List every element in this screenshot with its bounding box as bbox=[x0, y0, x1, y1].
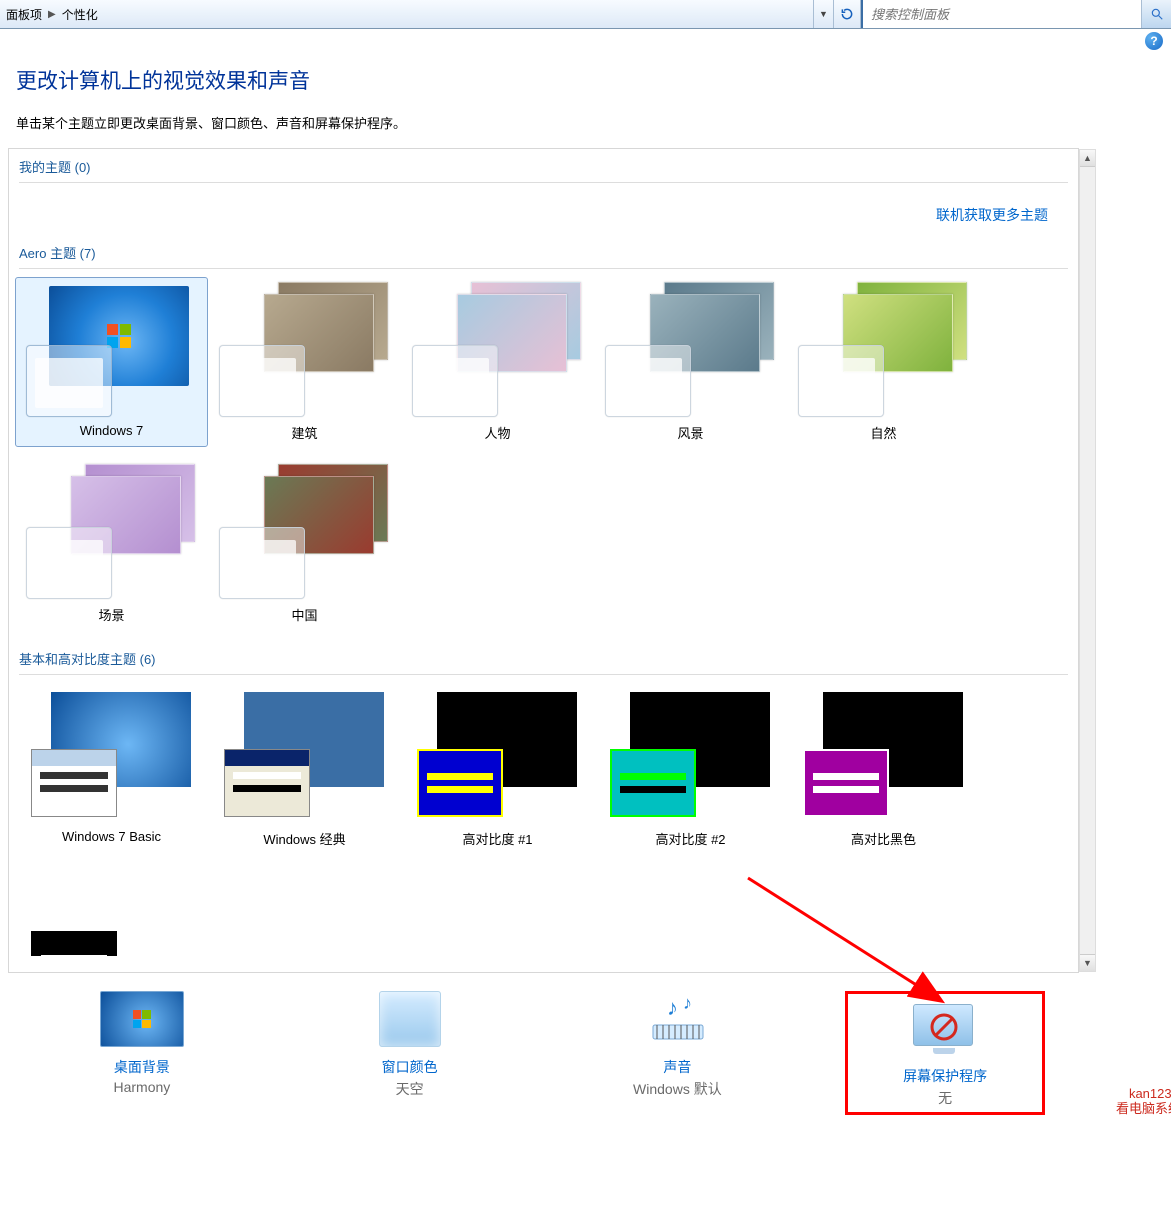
theme-label: 建筑 bbox=[211, 423, 398, 442]
section-my-themes: 我的主题 (0) bbox=[9, 149, 1078, 180]
theme-item[interactable]: Windows 7 Basic bbox=[15, 683, 208, 853]
theme-label: 自然 bbox=[790, 423, 977, 442]
option-subtitle: 天空 bbox=[310, 1079, 510, 1099]
breadcrumb[interactable]: 面板项 ▶ 个性化 bbox=[0, 6, 813, 23]
theme-item[interactable]: 人物 bbox=[401, 277, 594, 447]
search-box bbox=[861, 0, 1171, 28]
search-input[interactable] bbox=[863, 0, 1141, 28]
watermark-url: kan1234.com bbox=[1116, 1086, 1171, 1102]
option-subtitle: Windows 默认 bbox=[577, 1079, 777, 1099]
option-title: 窗口颜色 bbox=[310, 1057, 510, 1077]
online-themes-link[interactable]: 联机获取更多主题 bbox=[936, 207, 1048, 223]
theme-label: 人物 bbox=[404, 423, 591, 442]
address-bar: 面板项 ▶ 个性化 ▼ bbox=[0, 0, 1171, 29]
theme-item[interactable]: 高对比黑色 bbox=[787, 683, 980, 853]
option-title: 屏幕保护程序 bbox=[862, 1066, 1028, 1086]
option-color[interactable]: 窗口颜色 天空 bbox=[310, 991, 510, 1115]
watermark-text: 看电脑系统之家 bbox=[1116, 1101, 1171, 1117]
chevron-right-icon: ▶ bbox=[48, 9, 56, 20]
theme-item[interactable]: 建筑 bbox=[208, 277, 401, 447]
theme-label: 风景 bbox=[597, 423, 784, 442]
desktop-icon bbox=[100, 991, 184, 1051]
themes-panel: 我的主题 (0) 联机获取更多主题 Aero 主题 (7) Windows 7 … bbox=[8, 148, 1079, 973]
theme-item[interactable]: 高对比度 #1 bbox=[401, 683, 594, 853]
theme-label: 中国 bbox=[211, 605, 398, 624]
search-button[interactable] bbox=[1141, 0, 1171, 28]
bottom-options: 桌面背景 Harmony 窗口颜色 天空 ♪♪ 声音 Windows 默认 屏幕保… bbox=[8, 973, 1151, 1115]
theme-label: 高对比度 #1 bbox=[404, 829, 591, 848]
refresh-button[interactable] bbox=[833, 0, 861, 28]
option-title: 桌面背景 bbox=[42, 1057, 242, 1077]
refresh-icon bbox=[840, 7, 854, 21]
color-icon bbox=[368, 991, 452, 1051]
theme-item[interactable]: 中国 bbox=[208, 459, 401, 629]
watermark: kan1234.com 看电脑系统之家 bbox=[1116, 1086, 1171, 1117]
theme-item[interactable]: 场景 bbox=[15, 459, 208, 629]
theme-item[interactable] bbox=[15, 865, 208, 957]
option-sound[interactable]: ♪♪ 声音 Windows 默认 bbox=[577, 991, 777, 1115]
help-row: ? bbox=[0, 29, 1171, 53]
option-subtitle: Harmony bbox=[42, 1079, 242, 1095]
section-basic-themes: 基本和高对比度主题 (6) bbox=[9, 641, 1078, 672]
section-aero-themes: Aero 主题 (7) bbox=[9, 235, 1078, 266]
basic-theme-grid: Windows 7 Basic Windows 经典 高对比度 #1 高对比度 … bbox=[9, 675, 1078, 969]
content-area: 更改计算机上的视觉效果和声音 单击某个主题立即更改桌面背景、窗口颜色、声音和屏幕… bbox=[0, 53, 1171, 1115]
screensaver-icon bbox=[903, 1000, 987, 1060]
theme-item[interactable]: 风景 bbox=[594, 277, 787, 447]
theme-label: Windows 经典 bbox=[211, 829, 398, 848]
option-screensaver[interactable]: 屏幕保护程序 无 bbox=[845, 991, 1045, 1115]
sound-icon: ♪♪ bbox=[635, 991, 719, 1051]
theme-label: Windows 7 bbox=[18, 423, 205, 438]
chevron-down-icon: ▼ bbox=[819, 9, 828, 19]
theme-item[interactable]: Windows 7 bbox=[15, 277, 208, 447]
breadcrumb-dropdown[interactable]: ▼ bbox=[813, 0, 833, 28]
search-icon bbox=[1150, 7, 1164, 21]
scroll-down-button[interactable]: ▼ bbox=[1080, 954, 1095, 971]
option-desktop[interactable]: 桌面背景 Harmony bbox=[42, 991, 242, 1115]
theme-label: 高对比黑色 bbox=[790, 829, 977, 848]
aero-theme-grid: Windows 7 建筑 人物 风景 自然 场景 中国 bbox=[9, 269, 1078, 641]
theme-label: 场景 bbox=[18, 605, 205, 624]
page-title: 更改计算机上的视觉效果和声音 bbox=[16, 65, 1151, 95]
online-themes-row: 联机获取更多主题 bbox=[9, 183, 1078, 235]
theme-item[interactable]: Windows 经典 bbox=[208, 683, 401, 853]
theme-label: Windows 7 Basic bbox=[18, 829, 205, 844]
theme-label: 高对比度 #2 bbox=[597, 829, 784, 848]
option-title: 声音 bbox=[577, 1057, 777, 1077]
svg-text:♪: ♪ bbox=[683, 993, 692, 1013]
help-icon[interactable]: ? bbox=[1145, 32, 1163, 50]
page-subtitle: 单击某个主题立即更改桌面背景、窗口颜色、声音和屏幕保护程序。 bbox=[16, 113, 1151, 132]
theme-item[interactable]: 高对比度 #2 bbox=[594, 683, 787, 853]
svg-text:♪: ♪ bbox=[667, 995, 678, 1020]
breadcrumb-item[interactable]: 个性化 bbox=[62, 6, 98, 23]
breadcrumb-item[interactable]: 面板项 bbox=[6, 6, 42, 23]
theme-item[interactable]: 自然 bbox=[787, 277, 980, 447]
scroll-up-button[interactable]: ▲ bbox=[1080, 150, 1095, 167]
scrollbar[interactable]: ▲ ▼ bbox=[1079, 149, 1096, 972]
option-subtitle: 无 bbox=[862, 1088, 1028, 1108]
